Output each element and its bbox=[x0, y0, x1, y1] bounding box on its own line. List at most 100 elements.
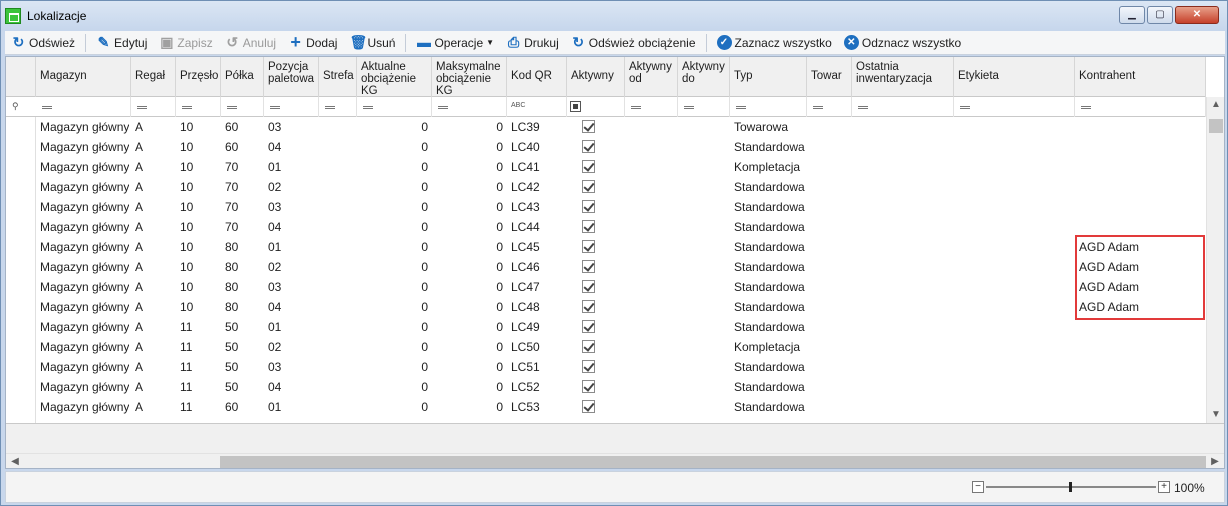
cell-magazyn: Magazyn główny bbox=[40, 380, 129, 394]
column-header-polka[interactable]: Półka bbox=[221, 57, 264, 97]
table-row[interactable]: Magazyn główny A 11 50 01 0 0 LC49 Standardowa bbox=[6, 317, 1206, 337]
column-header-towar[interactable]: Towar bbox=[807, 57, 852, 97]
cell-aktywny-od bbox=[629, 177, 676, 197]
filter-cell-towar[interactable] bbox=[807, 97, 852, 117]
save-button[interactable]: ▣ Zapisz bbox=[153, 32, 218, 54]
minimize-button[interactable]: ▁ bbox=[1119, 6, 1145, 24]
horizontal-scrollbar[interactable]: ◀ ▶ bbox=[6, 453, 1224, 468]
checkbox-checked-icon[interactable] bbox=[582, 140, 595, 153]
checkbox-checked-icon[interactable] bbox=[582, 280, 595, 293]
filter-cell-kod-qr[interactable]: ABC bbox=[507, 97, 567, 117]
checkbox-checked-icon[interactable] bbox=[582, 220, 595, 233]
scroll-left-icon[interactable]: ◀ bbox=[6, 454, 24, 468]
column-header-ostatnia-inw[interactable]: Ostatnia inwentaryzacja bbox=[852, 57, 954, 97]
checkbox-checked-icon[interactable] bbox=[582, 160, 595, 173]
checkbox-checked-icon[interactable] bbox=[582, 260, 595, 273]
filter-cell-akt-obc[interactable] bbox=[357, 97, 432, 117]
filter-cell-przeslo[interactable] bbox=[176, 97, 221, 117]
table-row[interactable]: Magazyn główny A 11 50 02 0 0 LC50 Kompletacja bbox=[6, 337, 1206, 357]
scroll-right-icon[interactable]: ▶ bbox=[1206, 454, 1224, 468]
cell-kontrahent bbox=[1079, 157, 1204, 177]
filter-cell-kontrahent[interactable] bbox=[1075, 97, 1206, 117]
cell-max-obc: 0 bbox=[496, 280, 503, 294]
table-row[interactable]: Magazyn główny A 10 80 03 0 0 LC47 Standardowa AG… bbox=[6, 277, 1206, 297]
column-header-typ[interactable]: Typ bbox=[730, 57, 807, 97]
table-row[interactable]: Magazyn główny A 10 70 01 0 0 LC41 Kompletacja bbox=[6, 157, 1206, 177]
checkbox-checked-icon[interactable] bbox=[582, 120, 595, 133]
column-header-aktywny-do[interactable]: Aktywny do bbox=[678, 57, 730, 97]
checkbox-checked-icon[interactable] bbox=[582, 200, 595, 213]
add-button[interactable]: + Dodaj bbox=[282, 32, 343, 54]
column-header-kod-qr[interactable]: Kod QR bbox=[507, 57, 567, 97]
table-row[interactable]: Magazyn główny A 10 80 01 0 0 LC45 Standardowa AG… bbox=[6, 237, 1206, 257]
cell-strefa bbox=[323, 157, 355, 177]
table-row[interactable]: Magazyn główny A 10 70 03 0 0 LC43 Standardowa bbox=[6, 197, 1206, 217]
column-header-akt-obc[interactable]: Aktualne obciążenie KG bbox=[357, 57, 432, 97]
refresh-button[interactable]: ↻ Odśwież bbox=[5, 32, 81, 54]
column-header-regal[interactable]: Regał bbox=[131, 57, 176, 97]
checkbox-checked-icon[interactable] bbox=[582, 320, 595, 333]
filter-cell-strefa[interactable] bbox=[319, 97, 357, 117]
column-header-kontrahent[interactable]: Kontrahent bbox=[1075, 57, 1206, 97]
column-header-max-obc[interactable]: Maksymalne obciążenie KG bbox=[432, 57, 507, 97]
column-header-przeslo[interactable]: Przęsło bbox=[176, 57, 221, 97]
cell-kod-qr: LC50 bbox=[511, 340, 540, 354]
table-row[interactable]: Magazyn główny A 11 50 04 0 0 LC52 Standardowa bbox=[6, 377, 1206, 397]
cancel-button[interactable]: ↺ Anuluj bbox=[219, 32, 282, 54]
delete-button[interactable]: 🗑 Usuń bbox=[343, 32, 401, 54]
scroll-up-icon[interactable]: ▲ bbox=[1207, 97, 1224, 113]
column-header-aktywny-od[interactable]: Aktywny od bbox=[625, 57, 678, 97]
checkbox-checked-icon[interactable] bbox=[582, 340, 595, 353]
table-row[interactable]: Magazyn główny A 10 80 02 0 0 LC46 Standardowa AG… bbox=[6, 257, 1206, 277]
zoom-slider-handle[interactable] bbox=[1069, 482, 1072, 492]
checkbox-checked-icon[interactable] bbox=[582, 400, 595, 413]
table-row[interactable]: Magazyn główny A 10 60 04 0 0 LC40 Standardowa bbox=[6, 137, 1206, 157]
filter-cell-aktywny[interactable] bbox=[567, 97, 625, 117]
zoom-out-button[interactable]: − bbox=[972, 481, 984, 493]
table-row[interactable]: Magazyn główny A 10 60 03 0 0 LC39 Towarowa bbox=[6, 117, 1206, 137]
zoom-in-button[interactable]: + bbox=[1158, 481, 1170, 493]
scroll-down-icon[interactable]: ▼ bbox=[1207, 407, 1224, 423]
maximize-button[interactable]: ▢ bbox=[1147, 6, 1173, 24]
horizontal-scroll-thumb[interactable] bbox=[220, 456, 1206, 468]
select-all-button[interactable]: ✓ Zaznacz wszystko bbox=[711, 32, 838, 54]
vertical-scroll-thumb[interactable] bbox=[1209, 119, 1223, 133]
column-header-pozycja[interactable]: Pozycja paletowa bbox=[264, 57, 319, 97]
filter-cell-magazyn[interactable] bbox=[36, 97, 131, 117]
cell-ostatnia-inw bbox=[856, 257, 952, 277]
column-header-etykieta[interactable]: Etykieta bbox=[954, 57, 1075, 97]
cell-ostatnia-inw bbox=[856, 357, 952, 377]
table-row[interactable]: Magazyn główny A 11 60 01 0 0 LC53 Standardowa bbox=[6, 397, 1206, 417]
checkbox-checked-icon[interactable] bbox=[582, 180, 595, 193]
column-header-strefa[interactable]: Strefa bbox=[319, 57, 357, 97]
filter-cell-etykieta[interactable] bbox=[954, 97, 1075, 117]
filter-cell-aktywny-do[interactable] bbox=[678, 97, 730, 117]
checkbox-checked-icon[interactable] bbox=[582, 360, 595, 373]
filter-cell-polka[interactable] bbox=[221, 97, 264, 117]
table-row[interactable]: Magazyn główny A 11 50 03 0 0 LC51 Standardowa bbox=[6, 357, 1206, 377]
cell-ostatnia-inw bbox=[856, 137, 952, 157]
operations-dropdown[interactable]: ▬ Operacje ▼ bbox=[410, 32, 500, 54]
equals-filter-icon bbox=[363, 106, 373, 109]
filter-cell-aktywny-od[interactable] bbox=[625, 97, 678, 117]
checkbox-checked-icon[interactable] bbox=[582, 380, 595, 393]
filter-cell-max-obc[interactable] bbox=[432, 97, 507, 117]
refresh-load-button[interactable]: ↻ Odśwież obciążenie bbox=[565, 32, 702, 54]
table-row[interactable]: Magazyn główny A 10 70 02 0 0 LC42 Standardowa bbox=[6, 177, 1206, 197]
column-header-aktywny[interactable]: Aktywny bbox=[567, 57, 625, 97]
filter-cell-typ[interactable] bbox=[730, 97, 807, 117]
cell-aktywny-do bbox=[682, 297, 728, 317]
column-header-magazyn[interactable]: Magazyn bbox=[36, 57, 131, 97]
filter-cell-regal[interactable] bbox=[131, 97, 176, 117]
checkbox-checked-icon[interactable] bbox=[582, 240, 595, 253]
checkbox-checked-icon[interactable] bbox=[582, 300, 595, 313]
print-button[interactable]: ⎙ Drukuj bbox=[500, 32, 565, 54]
filter-cell-pozycja[interactable] bbox=[264, 97, 319, 117]
table-row[interactable]: Magazyn główny A 10 70 04 0 0 LC44 Standardowa bbox=[6, 217, 1206, 237]
edit-button[interactable]: ✎ Edytuj bbox=[90, 32, 153, 54]
table-row[interactable]: Magazyn główny A 10 80 04 0 0 LC48 Standardowa AG… bbox=[6, 297, 1206, 317]
vertical-scrollbar[interactable]: ▲ ▼ bbox=[1206, 97, 1224, 423]
filter-cell-ostatnia-inw[interactable] bbox=[852, 97, 954, 117]
close-button[interactable]: ✕ bbox=[1175, 6, 1219, 24]
deselect-all-button[interactable]: ✕ Odznacz wszystko bbox=[838, 32, 967, 54]
